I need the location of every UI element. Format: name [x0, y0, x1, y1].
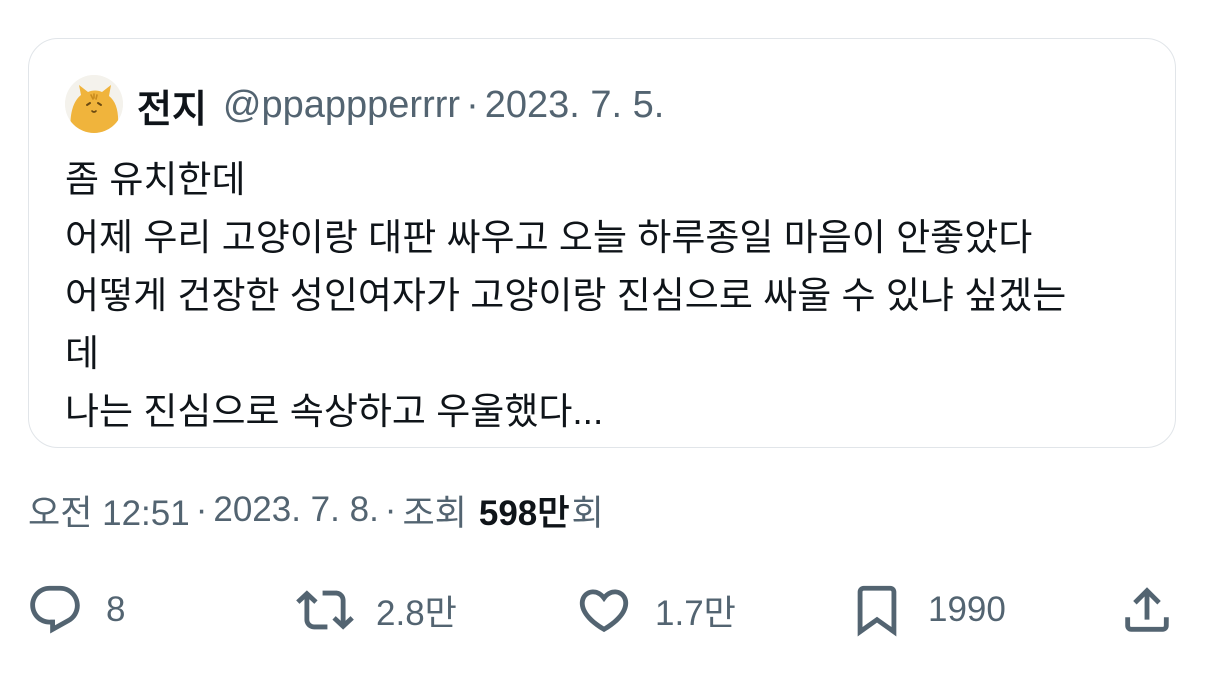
tweet-time[interactable]: 오전 12:51 — [28, 485, 190, 536]
tweet-text-line: 나는 진심으로 속상하고 우울했다... — [65, 391, 604, 432]
speech-bubble-icon — [26, 581, 84, 639]
meta-separator: · — [195, 490, 208, 529]
tweet-date[interactable]: 2023. 7. 8. — [213, 490, 378, 530]
views-label: 조회 — [402, 493, 467, 533]
tweet-text-line: 어떻게 건장한 성인여자가 고양이랑 진심으로 싸울 수 있냐 싶겠는 — [65, 275, 1067, 316]
cat-avatar-icon[interactable] — [65, 75, 123, 133]
heart-icon — [575, 581, 633, 639]
quoted-tweet-date[interactable]: 2023. 7. 5. — [485, 84, 665, 127]
views-suffix: 회 — [571, 493, 604, 533]
tweet-actions: 8 2.8만 1.7만 1990 — [0, 580, 1206, 640]
share-upload-icon — [1118, 581, 1176, 639]
like-button[interactable]: 1.7만 — [575, 580, 736, 640]
bookmark-count: 1990 — [928, 590, 1006, 629]
reply-button[interactable]: 8 — [26, 580, 125, 640]
reply-count: 8 — [106, 590, 126, 629]
tweet-text-line: 어제 우리 고양이랑 대판 싸우고 오늘 하루종일 마음이 안좋았다 — [65, 217, 1033, 258]
retweet-button[interactable]: 2.8만 — [296, 580, 457, 640]
meta-separator: · — [384, 490, 397, 529]
quoted-tweet-header: 전지 @ppappperrrr · 2023. 7. 5. — [137, 83, 665, 131]
bookmark-button[interactable]: 1990 — [848, 580, 1006, 640]
author-handle[interactable]: @ppappperrrr — [223, 84, 460, 127]
views-count[interactable]: 598만 — [479, 485, 570, 536]
like-count: 1.7만 — [655, 593, 736, 633]
share-button[interactable] — [1118, 580, 1176, 640]
header-separator: · — [466, 83, 479, 126]
quoted-tweet-card[interactable]: 전지 @ppappperrrr · 2023. 7. 5. 좀 유치한데 어제 … — [28, 38, 1176, 448]
retweet-arrows-icon — [296, 581, 354, 639]
tweet-meta: 오전 12:51 · 2023. 7. 8. · 조회 598만 회 — [28, 488, 604, 533]
quoted-tweet-text: 좀 유치한데 어제 우리 고양이랑 대판 싸우고 오늘 하루종일 마음이 안좋았… — [65, 151, 1145, 441]
tweet-text-line: 좀 유치한데 — [65, 159, 246, 200]
tweet-text-line: 데 — [65, 333, 100, 374]
bookmark-icon — [848, 581, 906, 639]
author-name[interactable]: 전지 — [137, 78, 207, 133]
retweet-count: 2.8만 — [376, 593, 457, 633]
